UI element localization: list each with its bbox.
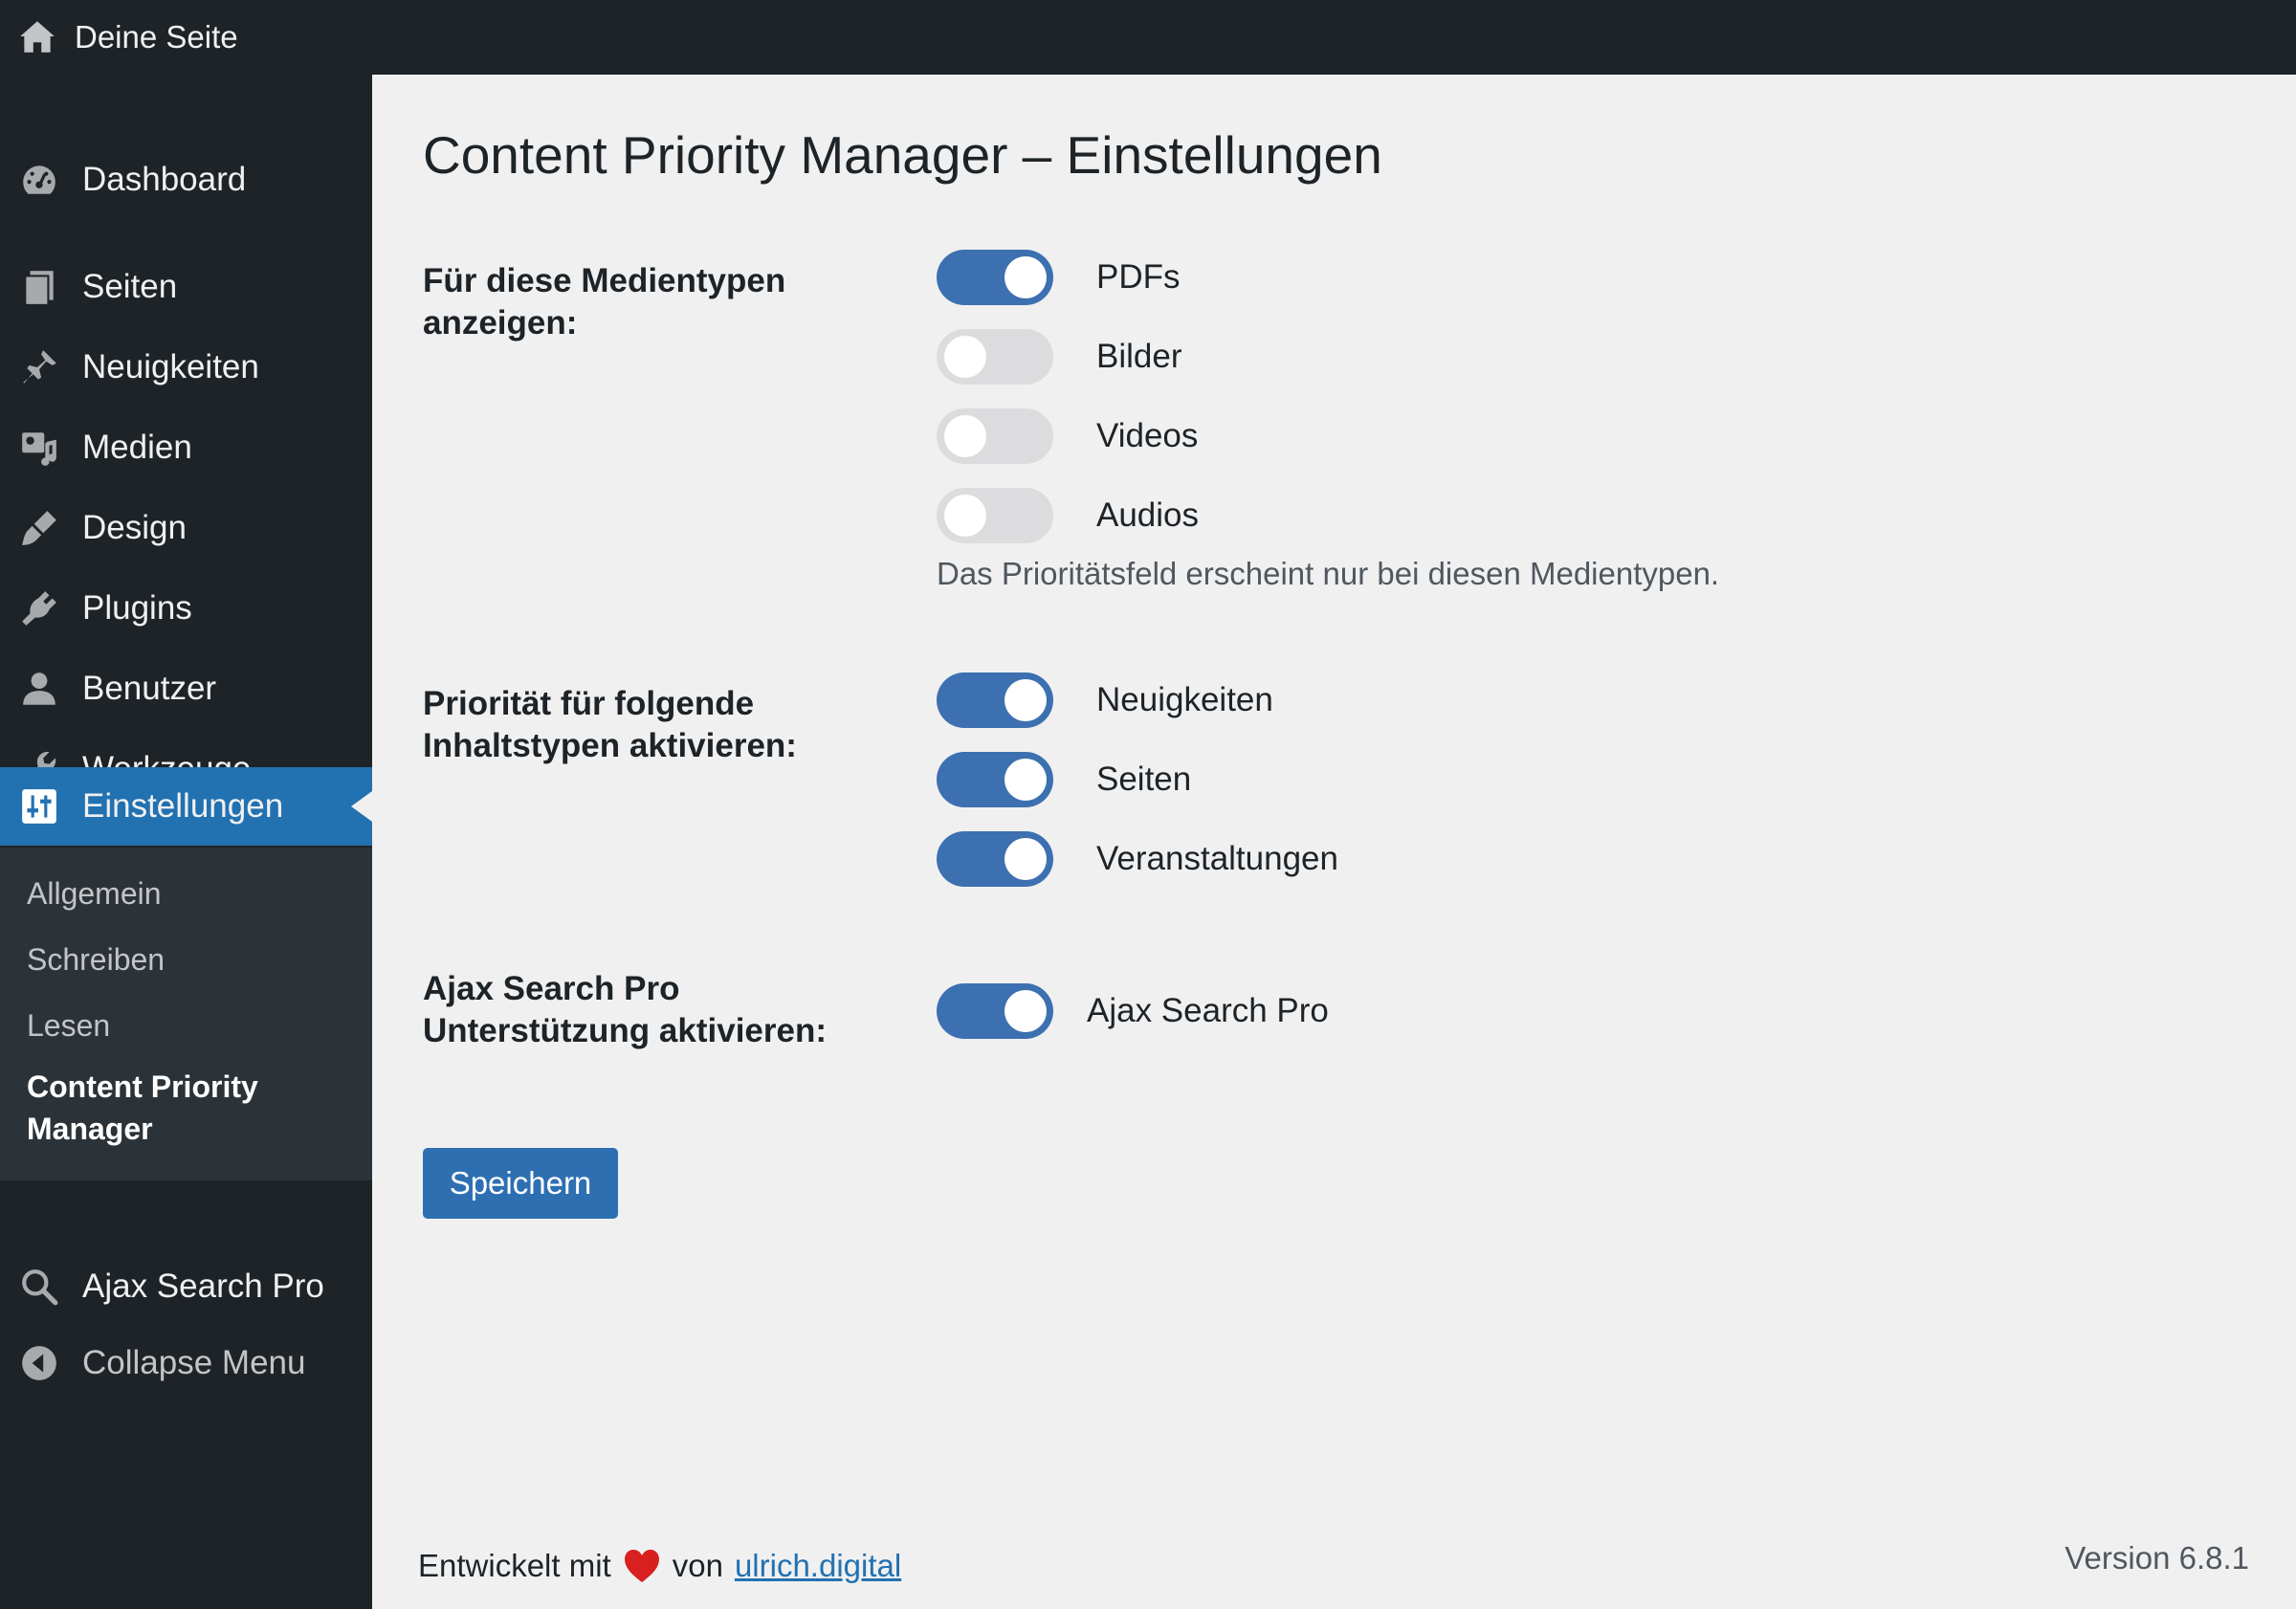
media-types-label: Für diese Medientypen anzeigen: [423, 262, 786, 342]
toggle-seiten[interactable] [937, 752, 1053, 807]
sidebar-item-seiten[interactable]: Seiten [0, 248, 372, 326]
heart-icon [624, 1550, 659, 1582]
submenu-item-allgemein[interactable]: Allgemein [27, 876, 162, 912]
toggle-knob [944, 336, 986, 378]
toggle-label-bilder: Bilder [1096, 338, 1182, 375]
toggle-label-neuigkeiten: Neuigkeiten [1096, 681, 1273, 718]
toggle-neuigkeiten[interactable] [937, 672, 1053, 728]
media-icon [22, 432, 56, 466]
sidebar-item-label: Seiten [82, 268, 178, 305]
footer-credit: Entwickelt mit von ulrich.digital [418, 1548, 901, 1584]
toggle-label-ajax-search-pro: Ajax Search Pro [1087, 992, 1329, 1029]
pin-icon [23, 350, 56, 384]
dashboard-icon [23, 165, 55, 194]
footer-developed-text: Entwickelt mit [418, 1548, 611, 1583]
active-pointer [351, 791, 372, 822]
sidebar-item-label: Dashboard [82, 161, 247, 198]
content-types-label: Priorität für folgende Inhaltstypen akti… [423, 685, 797, 764]
sidebar-item-label: Benutzer [82, 670, 217, 707]
sidebar-item-medien[interactable]: Medien [0, 408, 372, 487]
submenu-item-content-priority-manager[interactable]: Content Priority Manager [27, 1066, 314, 1150]
sidebar-item-label: Ajax Search Pro [82, 1267, 324, 1305]
search-icon [22, 1269, 58, 1306]
media-types-description: Das Prioritätsfeld erscheint nur bei die… [937, 556, 1720, 591]
toggle-label-audios: Audios [1096, 496, 1200, 534]
sidebar-item-label: Design [82, 509, 187, 546]
toggle-veranstaltungen[interactable] [937, 831, 1053, 887]
user-icon [23, 672, 55, 705]
page-title: Content Priority Manager – Einstellungen [423, 125, 1382, 185]
main-content: Content Priority Manager – Einstellungen… [372, 75, 2296, 1609]
toggle-ajax-search-pro[interactable] [937, 983, 1053, 1039]
admin-bar: Deine Seite [0, 0, 2296, 75]
toggle-label-pdfs: PDFs [1096, 258, 1181, 296]
sidebar-item-plugins[interactable]: Plugins [0, 569, 372, 648]
admin-sidebar: Dashboard Seiten Neuigkeiten Medien Desi… [0, 75, 372, 1609]
sidebar-item-label: Einstellungen [82, 787, 284, 825]
home-icon[interactable] [17, 17, 57, 57]
sidebar-item-design[interactable]: Design [0, 489, 372, 567]
sidebar-item-label: Neuigkeiten [82, 348, 259, 386]
toggle-label-seiten: Seiten [1096, 760, 1192, 798]
toggle-knob [1004, 759, 1047, 801]
sidebar-item-label: Medien [82, 429, 192, 466]
plugin-icon [22, 591, 56, 626]
toggle-knob [1004, 990, 1047, 1032]
sidebar-item-dashboard[interactable]: Dashboard [0, 141, 372, 219]
pages-icon [24, 271, 54, 306]
settings-icon [22, 789, 56, 824]
toggle-bilder[interactable] [937, 329, 1053, 385]
submenu-item-lesen[interactable]: Lesen [27, 1008, 110, 1044]
toggle-audios[interactable] [937, 488, 1053, 543]
toggle-knob [1004, 256, 1047, 298]
settings-submenu: Allgemein Schreiben Lesen Content Priori… [0, 848, 372, 1180]
toggle-knob [1004, 838, 1047, 880]
toggle-knob [944, 495, 986, 537]
toggle-label-veranstaltungen: Veranstaltungen [1096, 840, 1338, 877]
site-name-link[interactable]: Deine Seite [75, 0, 238, 75]
ajax-support-label: Ajax Search Pro Unterstützung aktivieren… [423, 970, 827, 1049]
sidebar-item-ajax-search-pro[interactable]: Ajax Search Pro [0, 1247, 372, 1326]
sidebar-item-label: Plugins [82, 589, 192, 627]
sidebar-item-neuigkeiten[interactable]: Neuigkeiten [0, 328, 372, 407]
toggle-pdfs[interactable] [937, 250, 1053, 305]
toggle-knob [1004, 679, 1047, 721]
sidebar-item-benutzer[interactable]: Benutzer [0, 650, 372, 728]
brush-icon [22, 511, 56, 545]
collapse-menu-button[interactable]: Collapse Menu [0, 1324, 372, 1402]
sidebar-item-einstellungen[interactable]: Einstellungen [0, 767, 372, 846]
toggle-knob [944, 415, 986, 457]
collapse-icon [22, 1346, 56, 1380]
footer-by-text: von [672, 1548, 723, 1583]
version-text: Version 6.8.1 [2064, 1540, 2249, 1576]
save-button[interactable]: Speichern [423, 1148, 618, 1219]
toggle-videos[interactable] [937, 408, 1053, 464]
sidebar-item-label: Collapse Menu [82, 1344, 306, 1381]
toggle-label-videos: Videos [1096, 417, 1199, 454]
submenu-item-schreiben[interactable]: Schreiben [27, 942, 165, 978]
footer-author-link[interactable]: ulrich.digital [735, 1548, 901, 1584]
